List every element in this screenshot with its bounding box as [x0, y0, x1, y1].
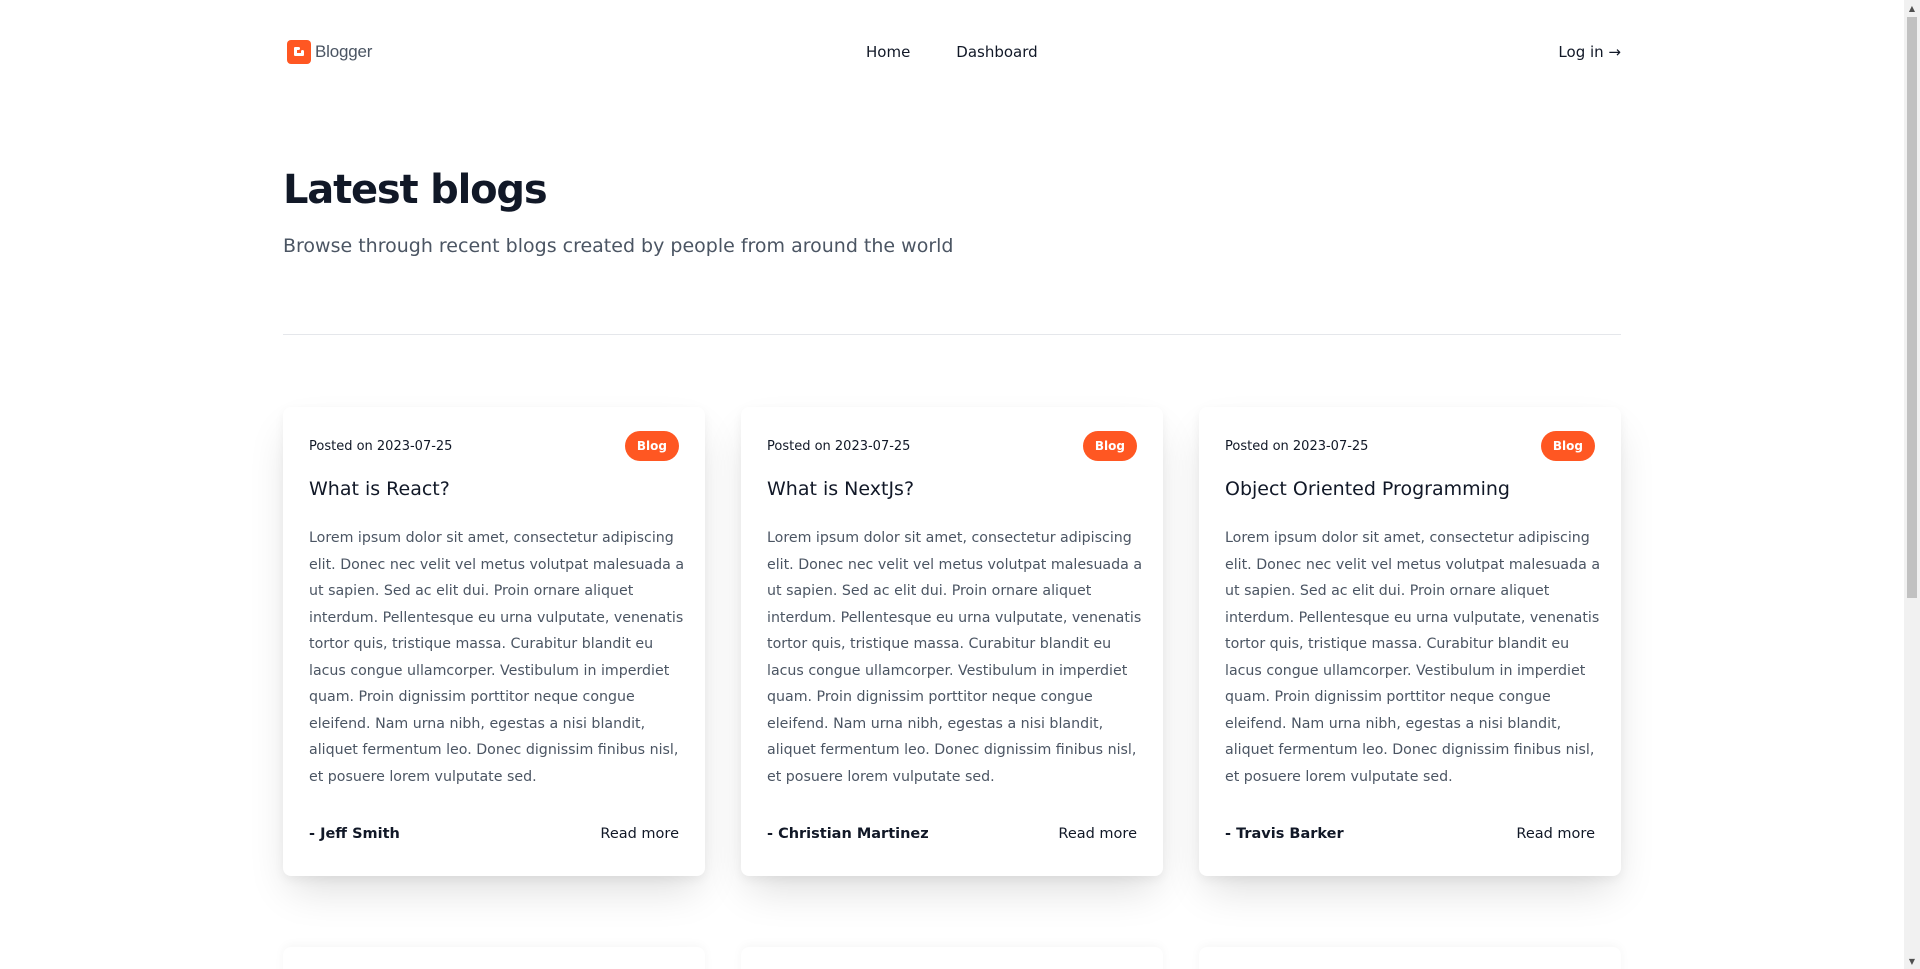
blog-card: Posted on 2023-07-25 Blog What is React?…	[283, 407, 705, 876]
logo-link[interactable]: Blogger	[287, 40, 372, 64]
blog-card-partial[interactable]	[283, 947, 705, 969]
category-badge[interactable]: Blog	[1082, 431, 1137, 461]
scrollbar-thumb[interactable]	[1907, 17, 1917, 598]
card-title[interactable]: What is NextJs?	[767, 476, 1137, 502]
posted-date: Posted on 2023-07-25	[767, 438, 911, 454]
read-more-link[interactable]: Read more	[1058, 826, 1137, 842]
card-meta: Posted on 2023-07-25 Blog	[309, 431, 679, 461]
card-excerpt: Lorem ipsum dolor sit amet, consectetur …	[1225, 530, 1601, 785]
logo-text: Blogger	[315, 42, 373, 61]
card-excerpt: Lorem ipsum dolor sit amet, consectetur …	[767, 530, 1143, 785]
scroll-up-arrow-icon[interactable]: ▲	[1904, 0, 1920, 16]
blog-card-partial[interactable]	[741, 947, 1163, 969]
login-link[interactable]: Log in →	[1558, 43, 1621, 61]
page: Blogger Home Dashboard Log in → Latest b…	[0, 0, 1904, 969]
category-badge[interactable]: Blog	[624, 431, 679, 461]
author-name: - Jeff Smith	[309, 826, 400, 842]
blogger-logo-icon	[287, 40, 311, 64]
read-more-link[interactable]: Read more	[1516, 826, 1595, 842]
card-excerpt: Lorem ipsum dolor sit amet, consectetur …	[309, 530, 685, 785]
scroll-down-arrow-icon[interactable]: ▼	[1904, 953, 1920, 969]
author-name: - Christian Martinez	[767, 826, 929, 842]
hero-section: Latest blogs Browse through recent blogs…	[283, 160, 1621, 260]
card-meta: Posted on 2023-07-25 Blog	[767, 431, 1137, 461]
nav-home[interactable]: Home	[866, 43, 910, 61]
card-footer: - Christian Martinez Read more	[767, 826, 1137, 842]
posted-date: Posted on 2023-07-25	[309, 438, 453, 454]
card-footer: - Jeff Smith Read more	[309, 826, 679, 842]
site-header: Blogger Home Dashboard Log in →	[283, 0, 1621, 107]
nav-dashboard[interactable]: Dashboard	[956, 43, 1037, 61]
category-badge[interactable]: Blog	[1540, 431, 1595, 461]
author-name: - Travis Barker	[1225, 826, 1344, 842]
section-divider	[283, 334, 1621, 335]
blog-card: Posted on 2023-07-25 Blog Object Oriente…	[1199, 407, 1621, 876]
card-title[interactable]: What is React?	[309, 476, 679, 502]
vertical-scrollbar[interactable]: ▲ ▼	[1904, 0, 1920, 969]
card-meta: Posted on 2023-07-25 Blog	[1225, 431, 1595, 461]
posted-date: Posted on 2023-07-25	[1225, 438, 1369, 454]
page-subtitle: Browse through recent blogs created by p…	[283, 235, 954, 257]
card-title[interactable]: Object Oriented Programming	[1225, 476, 1595, 502]
read-more-link[interactable]: Read more	[600, 826, 679, 842]
blog-card-partial[interactable]	[1199, 947, 1621, 969]
card-footer: - Travis Barker Read more	[1225, 826, 1595, 842]
main-nav: Home Dashboard	[866, 43, 1084, 61]
blog-card: Posted on 2023-07-25 Blog What is NextJs…	[741, 407, 1163, 876]
page-title: Latest blogs	[283, 167, 548, 213]
